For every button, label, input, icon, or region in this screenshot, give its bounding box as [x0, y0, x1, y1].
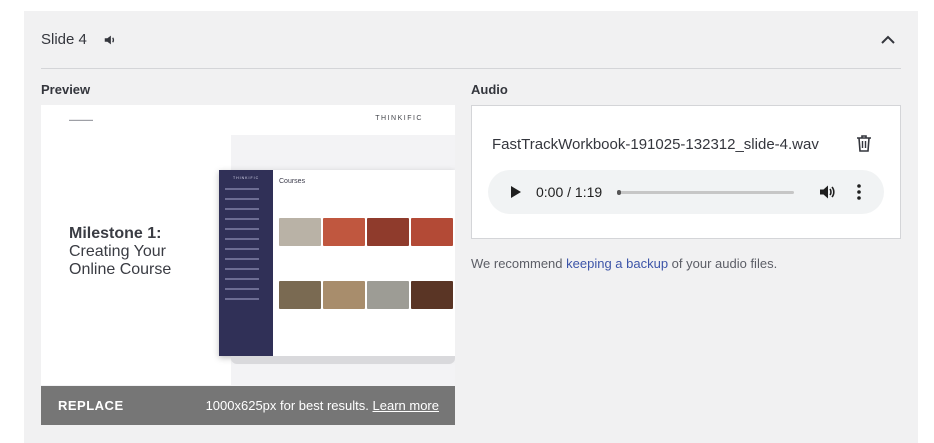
audio-filename: FastTrackWorkbook-191025-132312_slide-4.…: [492, 136, 819, 153]
thumbnail: [367, 218, 409, 246]
thumbnail: [279, 218, 321, 246]
mockup-thumbnails: [279, 218, 455, 344]
laptop-mockup: THINKIFIC Courses: [219, 170, 455, 356]
laptop-base: [231, 356, 455, 364]
mockup-courses-heading: Courses: [279, 178, 306, 185]
image-size-hint: 1000x625px for best results. Learn more: [206, 398, 439, 413]
audio-card: FastTrackWorkbook-191025-132312_slide-4.…: [471, 105, 901, 239]
audio-player: 0:00 / 1:19: [488, 170, 884, 214]
slide-header: Slide 4: [41, 11, 901, 69]
volume-icon[interactable]: [818, 183, 836, 201]
preview-body: Milestone 1: Creating Your Online Course…: [41, 135, 455, 425]
preview-topbar: ▬▬▬▬▬▬ THINKIFIC: [41, 105, 455, 135]
mockup-main: Courses: [279, 178, 455, 185]
mockup-sidebar: THINKIFIC: [219, 170, 273, 356]
image-size-hint-text: 1000x625px for best results.: [205, 398, 369, 413]
audio-label: Audio: [471, 82, 508, 97]
thumbnail: [367, 281, 409, 309]
preview-brand: THINKIFIC: [375, 115, 423, 122]
more-vertical-icon[interactable]: [856, 183, 862, 201]
replace-button[interactable]: REPLACE: [58, 398, 124, 413]
replace-overlay: REPLACE 1000x625px for best results. Lea…: [41, 386, 455, 425]
slide-title: Slide 4: [41, 31, 87, 48]
preview-label: Preview: [41, 82, 91, 97]
keeping-backup-link[interactable]: keeping a backup: [566, 256, 668, 271]
milestone-line-1: Milestone 1:: [69, 225, 162, 242]
preview-heading: Milestone 1: Creating Your Online Course: [69, 225, 171, 279]
play-icon[interactable]: [510, 185, 522, 199]
backup-note-before: We recommend: [471, 256, 567, 271]
thumbnail: [411, 281, 453, 309]
learn-more-link[interactable]: Learn more: [373, 398, 439, 413]
backup-note: We recommend keeping a backup of your au…: [471, 256, 777, 271]
thumbnail: [323, 281, 365, 309]
slide-preview: ▬▬▬▬▬▬ THINKIFIC Milestone 1: Creating Y…: [41, 105, 455, 425]
chevron-up-icon[interactable]: [879, 31, 897, 49]
mockup-sidebar-brand: THINKIFIC: [233, 176, 260, 180]
slide-panel: Slide 4 Preview Audio ▬▬▬▬▬▬ THINKIFIC M…: [24, 11, 918, 443]
trash-icon[interactable]: [856, 134, 872, 152]
thumbnail: [279, 281, 321, 309]
milestone-line-2: Creating Your: [69, 243, 166, 260]
audio-time: 0:00 / 1:19: [536, 184, 603, 200]
speaker-icon: [104, 35, 114, 44]
backup-note-after: of your audio files.: [668, 256, 778, 271]
thumbnail: [411, 218, 453, 246]
thumbnail: [323, 218, 365, 246]
milestone-line-3: Online Course: [69, 261, 172, 278]
preview-topbar-text: ▬▬▬▬▬▬: [69, 117, 93, 122]
audio-seek-bar[interactable]: [617, 190, 794, 195]
seek-knob[interactable]: [617, 190, 621, 195]
